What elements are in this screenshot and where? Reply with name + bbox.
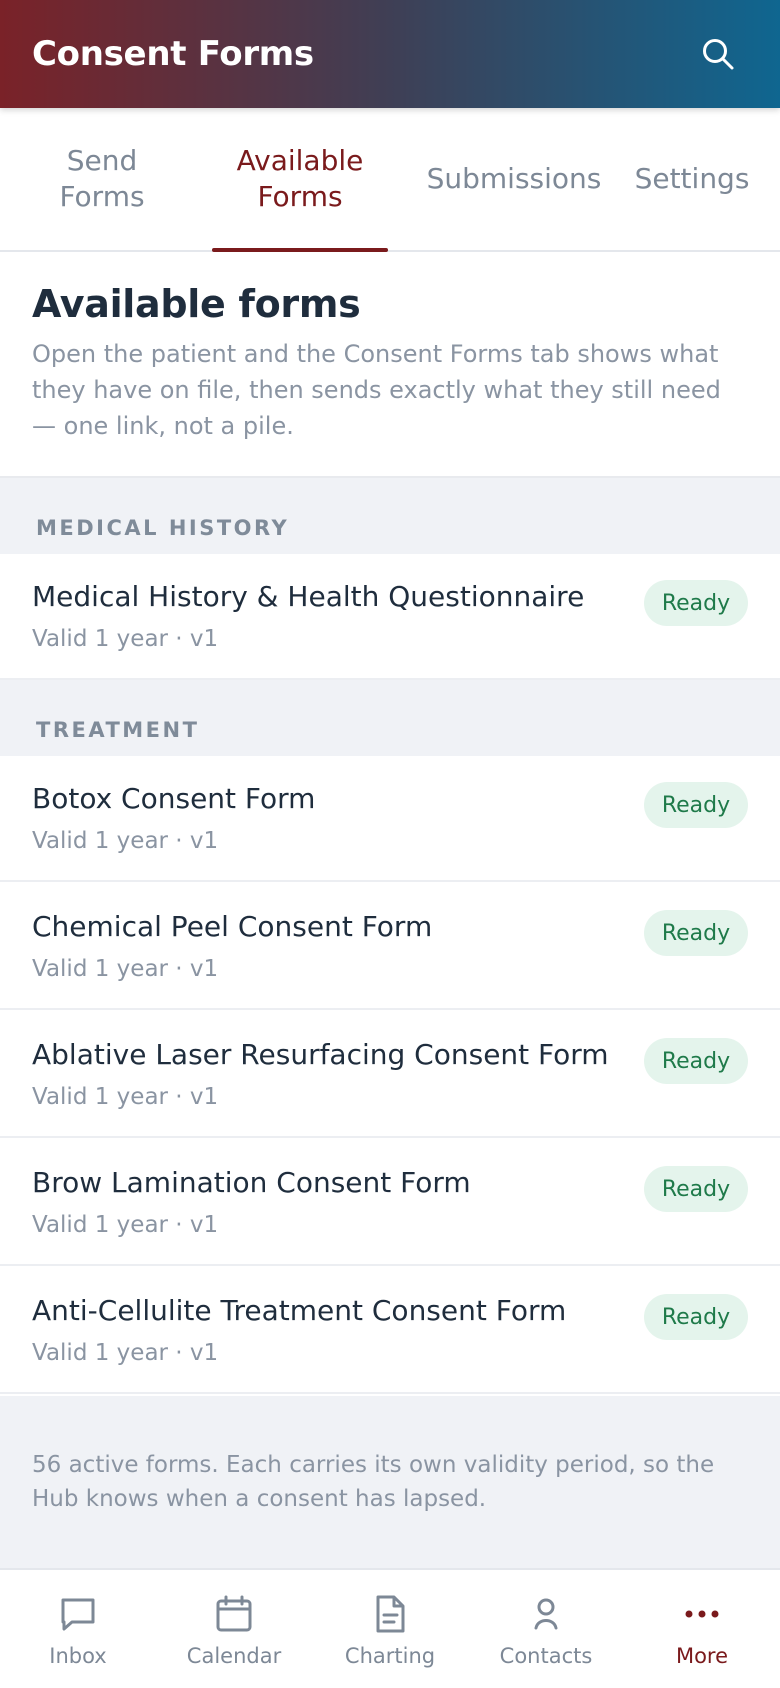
form-meta: Valid 1 year · v1 (32, 828, 219, 854)
chat-bubble-icon (56, 1592, 100, 1636)
bottom-nav: Inbox Calendar Charting Contacts More (0, 1568, 780, 1688)
section-header-treatment: TREATMENT (0, 680, 780, 756)
nav-item-contacts[interactable]: Contacts (468, 1570, 624, 1688)
search-button[interactable] (698, 34, 738, 74)
page-title: Consent Forms (32, 34, 314, 74)
nav-label: Calendar (186, 1644, 282, 1668)
tab-available-forms[interactable]: Available Forms (212, 108, 388, 252)
form-title: Brow Lamination Consent Form (32, 1166, 471, 1199)
nav-label: Contacts (499, 1644, 593, 1668)
person-icon (524, 1592, 568, 1636)
form-title: Chemical Peel Consent Form (32, 910, 433, 943)
status-badge: Ready (644, 580, 748, 626)
intro-section: Available forms Open the patient and the… (0, 252, 780, 478)
status-badge: Ready (644, 1166, 748, 1212)
section-header-medical-history: MEDICAL HISTORY (0, 478, 780, 554)
form-row[interactable]: Medical History & Health Questionnaire V… (0, 554, 780, 680)
calendar-icon (212, 1592, 256, 1636)
status-badge: Ready (644, 1294, 748, 1340)
nav-item-inbox[interactable]: Inbox (0, 1570, 156, 1688)
status-badge: Ready (644, 1038, 748, 1084)
form-meta: Valid 1 year · v1 (32, 1340, 219, 1366)
form-meta: Valid 1 year · v1 (32, 1212, 219, 1238)
section-header-label: TREATMENT (36, 718, 200, 742)
tab-send-forms[interactable]: Send Forms (30, 108, 174, 250)
form-row[interactable]: Ablative Laser Resurfacing Consent Form … (0, 1012, 780, 1138)
section-title: Available forms (32, 282, 361, 326)
form-meta: Valid 1 year · v1 (32, 1084, 219, 1110)
nav-item-charting[interactable]: Charting (312, 1570, 468, 1688)
footer-note: 56 active forms. Each carries its own va… (0, 1396, 780, 1568)
tab-settings[interactable]: Settings (632, 108, 752, 250)
nav-label: More (675, 1644, 729, 1668)
nav-item-calendar[interactable]: Calendar (156, 1570, 312, 1688)
app-header: Consent Forms (0, 0, 780, 108)
footer-note-text: 56 active forms. Each carries its own va… (32, 1452, 715, 1512)
nav-item-more[interactable]: More (624, 1570, 780, 1688)
nav-label: Inbox (49, 1644, 107, 1668)
form-meta: Valid 1 year · v1 (32, 626, 219, 652)
form-title: Anti-Cellulite Treatment Consent Form (32, 1294, 567, 1327)
status-badge: Ready (644, 782, 748, 828)
more-dots-icon (680, 1592, 724, 1636)
section-header-label: MEDICAL HISTORY (36, 516, 290, 540)
form-title: Botox Consent Form (32, 782, 316, 815)
form-title: Medical History & Health Questionnaire (32, 580, 585, 613)
form-title: Ablative Laser Resurfacing Consent Form (32, 1038, 609, 1071)
form-row[interactable]: Botox Consent Form Valid 1 year · v1 Rea… (0, 756, 780, 882)
form-row[interactable]: Brow Lamination Consent Form Valid 1 yea… (0, 1140, 780, 1266)
document-icon (368, 1592, 412, 1636)
form-meta: Valid 1 year · v1 (32, 956, 219, 982)
tab-submissions[interactable]: Submissions (424, 108, 604, 250)
section-description: Open the patient and the Consent Forms t… (32, 340, 721, 440)
search-icon (703, 39, 734, 70)
form-row[interactable]: Anti-Cellulite Treatment Consent Form Va… (0, 1268, 780, 1394)
tab-bar: Send Forms Available Forms Submissions S… (0, 108, 780, 252)
form-row[interactable]: Chemical Peel Consent Form Valid 1 year … (0, 884, 780, 1010)
status-badge: Ready (644, 910, 748, 956)
nav-label: Charting (344, 1644, 436, 1668)
